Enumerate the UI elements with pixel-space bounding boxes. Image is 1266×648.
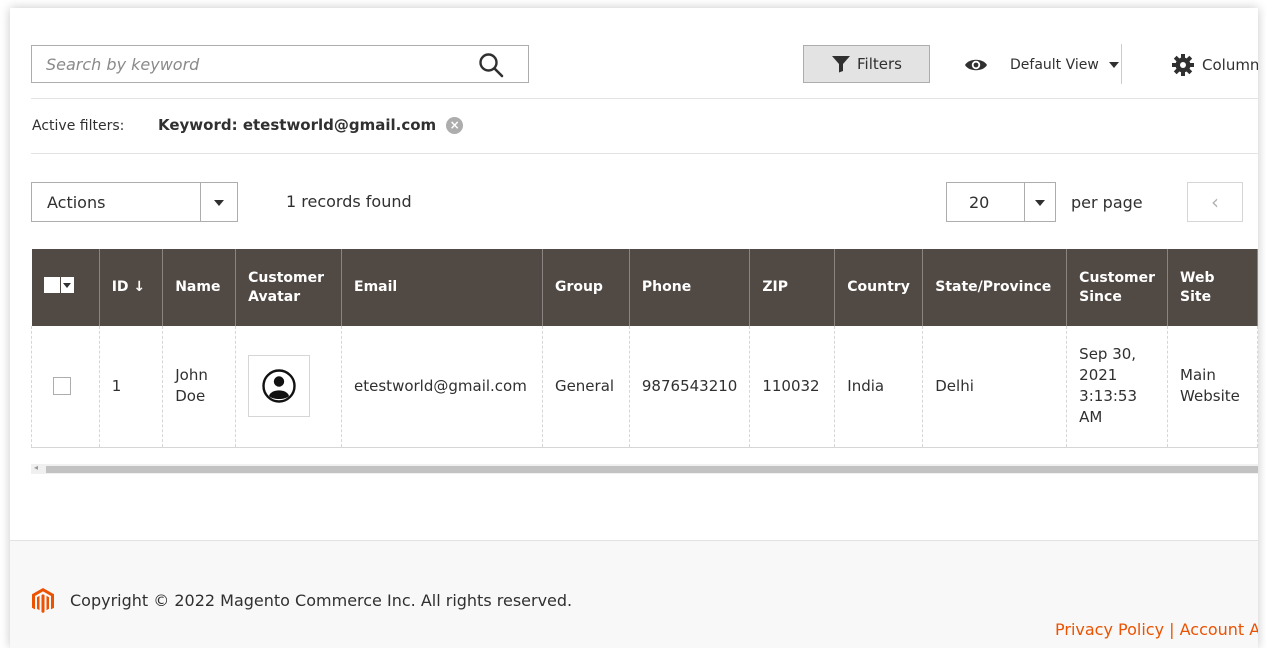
chevron-down-icon	[1108, 62, 1119, 68]
toolbar-divider	[1121, 44, 1122, 84]
cell-website: Main Website	[1167, 326, 1258, 448]
column-header-zip[interactable]: ZIP	[749, 249, 836, 326]
cell-group: General	[542, 326, 630, 448]
customer-grid: ID ↓ Name Customer Avatar Email Group Ph…	[31, 249, 1258, 448]
footer-links[interactable]: Privacy Policy | Account Activity	[1055, 620, 1258, 639]
cell-email: etestworld@gmail.com	[341, 326, 543, 448]
chevron-left-icon: ‹	[1211, 190, 1219, 214]
cell-country: India	[834, 326, 924, 448]
previous-page-button[interactable]: ‹	[1187, 182, 1243, 222]
view-switcher[interactable]: Default View	[964, 54, 1119, 76]
actions-dropdown[interactable]: Actions	[31, 182, 238, 222]
mass-select-toggle[interactable]	[60, 276, 74, 293]
website-line2: Website	[1180, 387, 1240, 406]
actions-label: Actions	[47, 193, 106, 212]
chevron-down-icon	[63, 282, 71, 288]
column-header-website[interactable]: Web Site	[1167, 249, 1258, 326]
grid-header-row: ID ↓ Name Customer Avatar Email Group Ph…	[31, 249, 1258, 326]
column-header-customer-since[interactable]: Customer Since	[1066, 249, 1169, 326]
divider	[31, 153, 1258, 154]
website-header-line1: Web	[1180, 269, 1215, 286]
cell-avatar	[235, 326, 343, 448]
column-header-name[interactable]: Name	[162, 249, 237, 326]
website-header-line2: Site	[1180, 288, 1212, 305]
row-checkbox[interactable]	[53, 377, 71, 396]
column-header-phone[interactable]: Phone	[629, 249, 751, 326]
copyright-text: Copyright © 2022 Magento Commerce Inc. A…	[70, 591, 573, 610]
mass-select-checkbox[interactable]	[43, 276, 60, 293]
column-header-email[interactable]: Email	[341, 249, 543, 326]
cell-zip: 110032	[749, 326, 836, 448]
mass-select-header[interactable]	[31, 249, 100, 326]
divider	[31, 98, 1258, 99]
actions-dropdown-toggle[interactable]	[200, 183, 237, 221]
gear-icon	[1172, 54, 1194, 76]
scroll-left-arrow-icon[interactable]: ◂	[34, 463, 38, 472]
active-filter-chip: Keyword: etestworld@gmail.com ×	[158, 116, 464, 134]
filters-label: Filters	[857, 55, 902, 73]
search-box	[31, 45, 529, 83]
since-line3: 3:13:53	[1079, 387, 1137, 406]
avatar-header-line2: Avatar	[248, 288, 301, 305]
per-page-value: 20	[969, 193, 990, 212]
column-header-avatar[interactable]: Customer Avatar	[235, 249, 343, 326]
since-header-line1: Customer	[1079, 269, 1156, 286]
name-line1: John	[175, 366, 208, 385]
column-header-group[interactable]: Group	[542, 249, 630, 326]
chevron-down-icon	[214, 200, 224, 206]
funnel-icon	[832, 56, 851, 73]
search-icon[interactable]	[478, 52, 504, 78]
columns-control[interactable]: Columns	[1172, 54, 1258, 76]
since-header-line2: Since	[1079, 288, 1122, 305]
per-page-select[interactable]: 20	[946, 182, 1056, 222]
scrollbar-thumb[interactable]	[46, 466, 1258, 473]
eye-icon	[965, 59, 987, 71]
since-line1: Sep 30,	[1079, 345, 1137, 364]
cell-state: Delhi	[922, 326, 1068, 448]
name-line2: Doe	[175, 387, 206, 406]
columns-label: Columns	[1202, 56, 1258, 74]
row-select-cell	[31, 326, 100, 448]
per-page-label: per page	[1071, 193, 1143, 212]
column-header-country[interactable]: Country	[834, 249, 924, 326]
mass-select-control[interactable]	[43, 276, 74, 293]
chevron-down-icon	[1035, 200, 1045, 206]
column-header-state[interactable]: State/Province	[922, 249, 1068, 326]
avatar[interactable]	[248, 355, 311, 418]
per-page-toggle[interactable]	[1024, 183, 1055, 221]
search-input[interactable]	[46, 46, 466, 82]
website-line1: Main	[1180, 366, 1216, 385]
cell-name: John Doe	[162, 326, 237, 448]
view-label: Default View	[1010, 57, 1099, 73]
cell-customer-since: Sep 30, 2021 3:13:53 AM	[1066, 326, 1169, 448]
customer-grid-panel: Filters Default View Columns Active filt…	[10, 8, 1258, 648]
user-avatar-icon	[262, 369, 296, 403]
active-filters-label: Active filters:	[32, 118, 125, 134]
magento-logo-icon	[32, 588, 54, 618]
cell-id: 1	[99, 326, 164, 448]
filter-chip-label: Keyword: etestworld@gmail.com	[158, 116, 437, 134]
column-header-id[interactable]: ID ↓	[99, 249, 164, 326]
table-row[interactable]: 1 John Doe etestworld@gmail.com General …	[31, 326, 1258, 448]
avatar-header-line1: Customer	[248, 269, 325, 286]
records-found: 1 records found	[286, 192, 412, 211]
remove-filter-icon[interactable]: ×	[446, 116, 464, 134]
cell-phone: 9876543210	[629, 326, 751, 448]
since-line2: 2021	[1079, 366, 1118, 385]
filters-button[interactable]: Filters	[803, 45, 930, 83]
since-line4: AM	[1079, 408, 1103, 427]
